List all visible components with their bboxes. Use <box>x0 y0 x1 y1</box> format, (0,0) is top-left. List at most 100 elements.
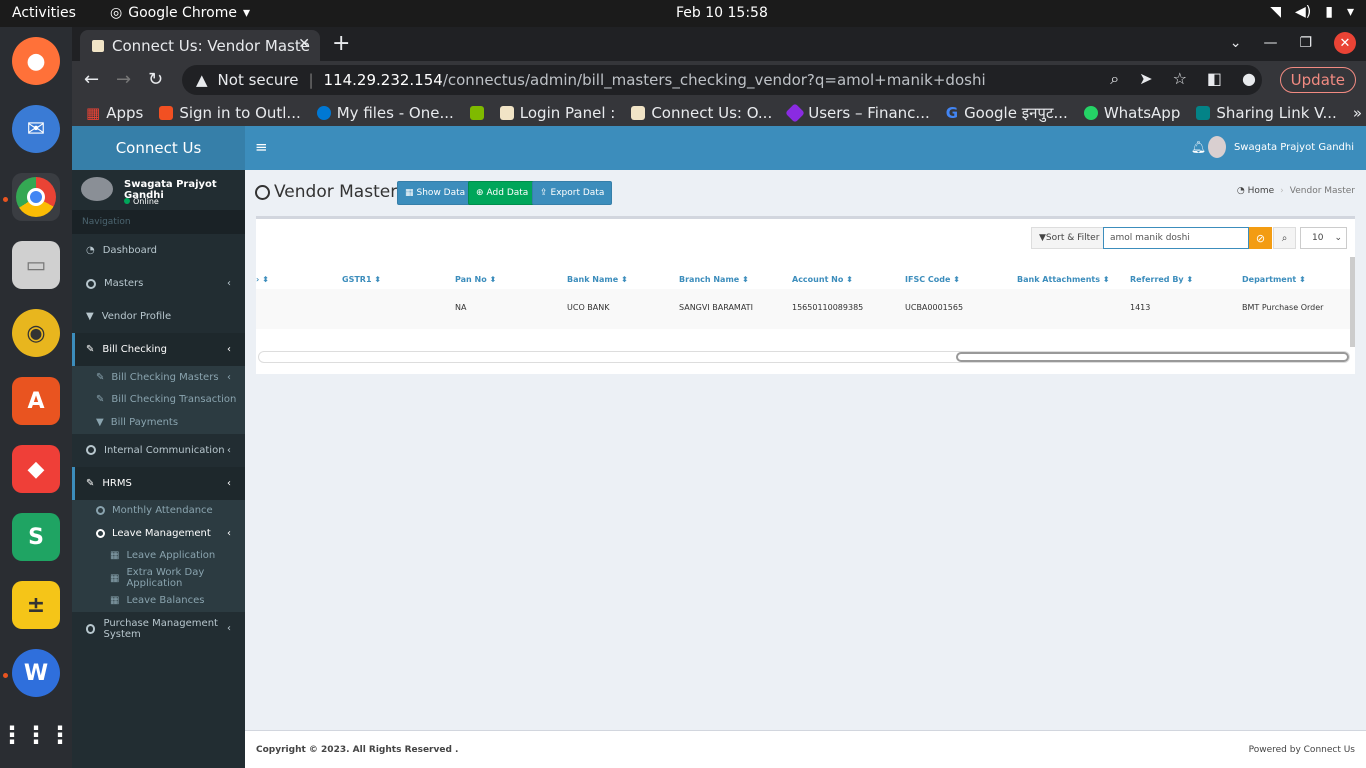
side-panel-icon[interactable]: ◧ <box>1207 69 1222 89</box>
spreadsheet-icon[interactable]: S <box>12 513 60 561</box>
column-header-ifsc-code[interactable]: IFSC Code ⬍ <box>905 275 960 284</box>
new-tab-button[interactable]: + <box>332 31 350 56</box>
favicon-icon <box>92 39 104 52</box>
chrome-icon[interactable] <box>12 173 60 221</box>
bookmark-login-panel[interactable]: Login Panel : <box>499 104 615 122</box>
software-center-icon[interactable]: A <box>12 377 60 425</box>
column-header-gstr1[interactable]: GSTR1 ⬍ <box>342 275 381 284</box>
thunderbird-icon[interactable]: ✉ <box>12 105 60 153</box>
powered-by-text: Powered by Connect Us <box>1248 745 1355 755</box>
bookmark-sharing-link[interactable]: Sharing Link V... <box>1196 104 1337 122</box>
column-header-bank-attachments[interactable]: Bank Attachments ⬍ <box>1017 275 1110 284</box>
calculator-icon[interactable]: ± <box>12 581 60 629</box>
profile-icon[interactable]: ● <box>1242 69 1256 89</box>
breadcrumb-home[interactable]: ◔ Home <box>1237 186 1274 196</box>
app-menu[interactable]: ◎ Google Chrome ▾ <box>110 5 250 21</box>
update-button[interactable]: Update <box>1279 67 1356 93</box>
page-size-select[interactable]: 10 ⌄ <box>1300 227 1347 249</box>
tab-vendor-master[interactable]: Connect Us: Vendor Maste ✕ <box>80 30 320 61</box>
clock[interactable]: Feb 10 15:58 <box>676 5 768 21</box>
onedrive-icon <box>316 105 331 120</box>
sidebar-item-extra-work-day[interactable]: ▦ Extra Work Day Application <box>72 567 245 590</box>
sidebar-item-monthly-attendance[interactable]: Monthly Attendance <box>72 500 245 523</box>
table-icon: ▦ <box>110 572 120 584</box>
sort-filter-button[interactable]: ▼ Sort & Filter <box>1031 227 1108 249</box>
bookmark-connect-us[interactable]: Connect Us: O... <box>631 104 772 122</box>
running-indicator <box>3 673 8 678</box>
system-tray[interactable]: ◥ ◀) ▮ ▾ <box>1270 4 1354 20</box>
bookmark-google-input[interactable]: G Google इनपुट... <box>946 103 1068 123</box>
column-header-partial[interactable]: › ⬍ <box>256 275 269 284</box>
brand-logo[interactable]: Connect Us <box>72 126 245 170</box>
maximize-icon[interactable]: ❐ <box>1299 35 1312 51</box>
column-header-pan-no[interactable]: Pan No ⬍ <box>455 275 496 284</box>
close-tab-icon[interactable]: ✕ <box>298 36 310 52</box>
address-bar[interactable]: ▲ Not secure | 114.29.232.154/connectus/… <box>182 65 1262 95</box>
tab-search-icon[interactable]: ⌄ <box>1230 35 1242 51</box>
sidebar: Connect Us Swagata Prajyot Gandhi Online… <box>72 126 245 768</box>
sidebar-item-vendor-profile[interactable]: ▼ Vendor Profile <box>72 300 245 333</box>
add-data-button[interactable]: ⊕ Add Data <box>468 181 537 205</box>
sidebar-item-hrms[interactable]: ✎ HRMS ‹ <box>72 466 245 500</box>
bookmark-star-icon[interactable]: ☆ <box>1173 69 1187 89</box>
filter-icon: ▼ <box>1039 233 1046 243</box>
sidebar-item-leave-application[interactable]: ▦ Leave Application <box>72 545 245 568</box>
show-data-button[interactable]: ▦ Show Data <box>397 181 474 205</box>
more-bookmarks-icon[interactable]: » <box>1353 104 1362 122</box>
sidebar-item-leave-management[interactable]: Leave Management ‹ <box>72 522 245 545</box>
search-input[interactable] <box>1103 227 1249 249</box>
bookmark-whatsapp[interactable]: WhatsApp <box>1083 104 1180 122</box>
export-data-button[interactable]: ⇪ Export Data <box>532 181 613 205</box>
back-icon[interactable]: ← <box>84 69 99 90</box>
column-header-account-no[interactable]: Account No ⬍ <box>792 275 853 284</box>
reload-icon[interactable]: ↻ <box>148 69 163 90</box>
sidebar-item-bill-payments[interactable]: ▼ Bill Payments <box>72 411 245 434</box>
sidebar-item-leave-balances[interactable]: ▦ Leave Balances <box>72 590 245 613</box>
sidebar-item-bill-checking-masters[interactable]: ✎ Bill Checking Masters ‹ <box>72 366 245 389</box>
bookmark-microsoft[interactable] <box>469 105 484 120</box>
files-icon[interactable]: ▭ <box>12 241 60 289</box>
circle-icon <box>255 184 270 200</box>
sidebar-item-internal-communication[interactable]: Internal Communication ‹ <box>72 434 245 467</box>
chevron-down-icon: ▾ <box>1346 4 1354 20</box>
bell-icon[interactable]: 🔔︎ <box>1191 140 1206 154</box>
activities-button[interactable]: Activities <box>12 5 76 21</box>
top-header: ≡ 🔔︎ Swagata Prajyot Gandhi <box>245 126 1366 170</box>
dashboard-icon: ◔ <box>1236 186 1245 196</box>
firefox-icon[interactable]: ● <box>12 37 60 85</box>
search-icon[interactable]: ⌕ <box>1273 227 1296 249</box>
sidebar-item-masters[interactable]: Masters ‹ <box>72 267 245 300</box>
user-status: Online <box>124 197 159 206</box>
bookmark-onedrive[interactable]: My files - One... <box>316 104 454 122</box>
breadcrumb: ◔ Home › Vendor Master <box>1237 186 1355 196</box>
caret-down-icon: ▾ <box>242 5 250 21</box>
column-header-referred-by[interactable]: Referred By ⬍ <box>1130 275 1193 284</box>
site-icon <box>631 105 646 120</box>
close-window-icon[interactable]: ✕ <box>1334 32 1356 54</box>
column-header-branch-name[interactable]: Branch Name ⬍ <box>679 275 749 284</box>
clear-search-icon[interactable]: ⊘ <box>1249 227 1272 249</box>
rhythmbox-icon[interactable]: ◉ <box>12 309 60 357</box>
forward-icon[interactable]: → <box>116 69 131 90</box>
sidebar-item-bill-checking-transaction[interactable]: ✎ Bill Checking Transaction <box>72 389 245 412</box>
horizontal-scrollbar-thumb[interactable] <box>956 352 1349 362</box>
sidebar-item-purchase-management[interactable]: Purchase Management System ‹ <box>72 612 245 645</box>
bookmark-outlook[interactable]: Sign in to Outl... <box>159 104 301 122</box>
sidebar-item-dashboard[interactable]: ◔ Dashboard <box>72 234 245 267</box>
anydesk-icon[interactable]: ◆ <box>12 445 60 493</box>
vertical-scrollbar[interactable] <box>1350 257 1355 347</box>
send-icon[interactable]: ➤ <box>1139 69 1152 89</box>
bookmark-users-finance[interactable]: Users – Financ... <box>785 102 930 123</box>
sidebar-item-bill-checking[interactable]: ✎ Bill Checking ‹ <box>72 333 245 366</box>
app-grid-icon[interactable]: ⋮⋮⋮ <box>0 711 72 759</box>
table-icon: ▦ <box>110 550 120 562</box>
pencil-icon: ✎ <box>86 344 95 355</box>
header-user-menu[interactable]: Swagata Prajyot Gandhi <box>1207 136 1354 158</box>
sidebar-toggle-icon[interactable]: ≡ <box>255 138 268 156</box>
zoom-icon[interactable]: ⌕ <box>1110 69 1119 89</box>
column-header-bank-name[interactable]: Bank Name ⬍ <box>567 275 628 284</box>
minimize-icon[interactable]: — <box>1263 35 1277 51</box>
bookmark-apps[interactable]: ▦ Apps <box>86 104 143 122</box>
column-header-department[interactable]: Department ⬍ <box>1242 275 1306 284</box>
wps-office-icon[interactable]: W <box>12 649 60 697</box>
